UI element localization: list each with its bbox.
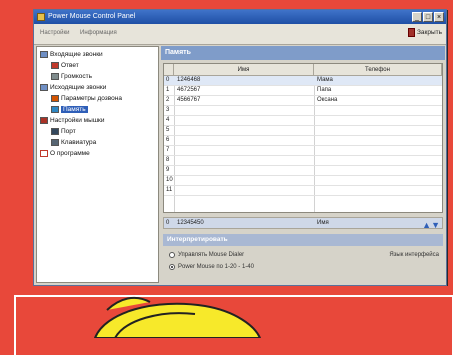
tree-item-label: Входящие звонки (50, 51, 103, 58)
tree-item-incoming[interactable]: Входящие звонки (40, 51, 103, 58)
edit-row-value[interactable]: 12345450 (177, 220, 204, 226)
row-name: 4566767 (177, 97, 201, 103)
app-window: Power Mouse Control Panel _ □ × Настройк… (33, 9, 447, 286)
folder-icon (40, 117, 48, 124)
tree-item-label: О программе (50, 150, 90, 157)
interpret-group-label: Интерпретировать (163, 234, 443, 246)
row-number: 1 (166, 87, 170, 93)
minimize-button[interactable]: _ (412, 12, 422, 22)
table-row[interactable]: 6 (164, 136, 442, 146)
tree-item-label: Порт (61, 128, 76, 135)
row-number: 6 (166, 137, 170, 143)
row-number: 10 (166, 177, 173, 183)
memory-panel: Память Имя Телефон 0 1246468 Мама 1 4672… (161, 46, 445, 283)
toolbar-item-settings[interactable]: Настройки (40, 30, 69, 36)
row-phone: Папа (317, 87, 332, 93)
toolbar-item-info[interactable]: Информация (80, 30, 117, 36)
radio-power-mouse[interactable]: Power Mouse по 1-20 - 1-40 (169, 264, 254, 270)
port-icon (51, 128, 59, 135)
tree-item-volume[interactable]: Громкость (51, 73, 92, 80)
row-number: 5 (166, 127, 170, 133)
tree-item-label: Исходящие звонки (50, 84, 107, 91)
radio-dot (169, 264, 175, 270)
table-row[interactable]: 5 (164, 126, 442, 136)
app-icon (37, 13, 45, 21)
table-row[interactable]: 1 4672567 Папа (164, 86, 442, 96)
row-phone: Мама (317, 77, 333, 83)
row-number: 7 (166, 147, 170, 153)
settings-tree: Входящие звонки Ответ Громкость Исходящи… (36, 46, 159, 283)
tree-item-label: Настройки мышки (50, 117, 105, 124)
row-name: 1246468 (177, 77, 201, 83)
row-number: 8 (166, 157, 170, 163)
exit-button[interactable]: Закрыть (407, 28, 442, 37)
phone-icon (51, 62, 59, 69)
memory-icon (51, 106, 59, 113)
table-row[interactable]: 4 (164, 116, 442, 126)
column-header-name[interactable]: Имя (174, 64, 314, 76)
row-number: 0 (166, 77, 170, 83)
row-number: 9 (166, 167, 170, 173)
edit-row[interactable]: 0 12345450 Имя ▲▼ (163, 217, 443, 230)
row-number: 11 (166, 187, 173, 193)
tree-item-answer[interactable]: Ответ (51, 62, 79, 69)
speaker-icon (51, 73, 59, 80)
column-header-index (164, 64, 174, 76)
phonebook-grid: Имя Телефон 0 1246468 Мама 1 4672567 Пап… (163, 63, 443, 213)
edit-row-name[interactable]: Имя (317, 220, 329, 226)
row-number: 4 (166, 117, 170, 123)
tree-item-label: Ответ (61, 62, 79, 69)
row-number: 3 (166, 107, 170, 113)
table-row[interactable]: 2 4566767 Оксана (164, 96, 442, 106)
radio-dot (169, 252, 175, 258)
dial-icon (51, 95, 59, 102)
close-button[interactable]: × (434, 12, 444, 22)
language-link[interactable]: Язык интерфейса (389, 252, 439, 258)
tree-item-label: Память (61, 106, 88, 113)
row-name: 4672567 (177, 87, 201, 93)
tree-item-mouse-settings[interactable]: Настройки мышки (40, 117, 105, 124)
row-phone: Оксана (317, 97, 338, 103)
tree-item-label: Параметры дозвона (61, 95, 122, 102)
folder-icon (40, 84, 48, 91)
table-row[interactable]: 3 (164, 106, 442, 116)
radio-label: Power Mouse по 1-20 - 1-40 (178, 264, 254, 270)
table-row[interactable]: 10 (164, 176, 442, 186)
column-header-phone[interactable]: Телефон (314, 64, 442, 76)
tree-item-label: Громкость (61, 73, 92, 80)
panel-title: Память (161, 46, 445, 60)
table-row[interactable]: 11 (164, 186, 442, 196)
radio-label: Управлять Mouse Dialer (178, 252, 245, 258)
toolbar: Настройки Информация Закрыть (34, 24, 446, 45)
tree-item-keyboard[interactable]: Клавиатура (51, 139, 96, 146)
radio-mouse-dialer[interactable]: Управлять Mouse Dialer (169, 252, 244, 258)
up-down-arrows-icon[interactable]: ▲▼ (422, 220, 440, 230)
table-row[interactable]: 7 (164, 146, 442, 156)
title-bar[interactable]: Power Mouse Control Panel _ □ × (34, 10, 446, 24)
row-number: 2 (166, 97, 170, 103)
window-controls: _ □ × (412, 12, 444, 22)
exit-label: Закрыть (416, 29, 442, 36)
tree-item-dial-params[interactable]: Параметры дозвона (51, 95, 122, 102)
table-row[interactable]: 9 (164, 166, 442, 176)
maximize-button[interactable]: □ (423, 12, 433, 22)
keyboard-icon (51, 139, 59, 146)
tree-item-memory[interactable]: Память (51, 106, 88, 113)
tree-item-port[interactable]: Порт (51, 128, 76, 135)
table-row[interactable]: 8 (164, 156, 442, 166)
tree-item-label: Клавиатура (61, 139, 97, 146)
mascot-illustration (93, 296, 262, 338)
tree-item-about[interactable]: О программе (40, 150, 90, 157)
edit-row-number: 0 (166, 220, 170, 226)
table-row[interactable]: 0 1246468 Мама (164, 76, 442, 86)
door-icon (407, 28, 415, 37)
folder-icon (40, 51, 48, 58)
check-icon (40, 150, 48, 157)
tree-item-outgoing[interactable]: Исходящие звонки (40, 84, 106, 91)
window-title: Power Mouse Control Panel (48, 13, 136, 20)
